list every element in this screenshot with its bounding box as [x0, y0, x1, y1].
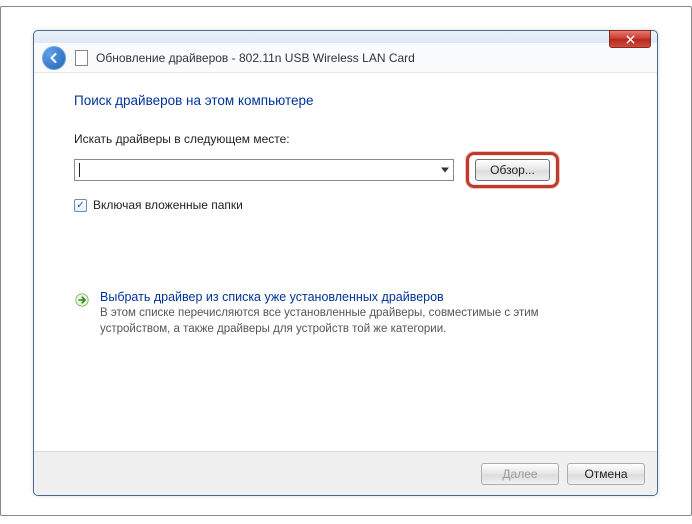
- next-button-label: Далее: [502, 467, 537, 481]
- option-text-block: Выбрать драйвер из списка уже установлен…: [100, 290, 610, 337]
- text-caret: [79, 163, 80, 177]
- close-button[interactable]: [609, 30, 651, 48]
- path-row: Обзор...: [74, 152, 625, 188]
- path-combobox[interactable]: [74, 159, 454, 181]
- nav-bar: Обновление драйверов - 802.11n USB Wirel…: [34, 43, 657, 73]
- browse-highlight-annotation: Обзор...: [466, 152, 559, 188]
- check-icon: ✓: [76, 200, 84, 211]
- back-button[interactable]: [42, 46, 66, 70]
- option-title: Выбрать драйвер из списка уже установлен…: [100, 290, 610, 304]
- include-subfolders-checkbox[interactable]: ✓: [74, 199, 87, 212]
- pick-from-list-option[interactable]: Выбрать драйвер из списка уже установлен…: [74, 284, 625, 343]
- path-label: Искать драйверы в следующем месте:: [74, 132, 625, 146]
- back-arrow-icon: [48, 52, 60, 64]
- page-heading: Поиск драйверов на этом компьютере: [74, 93, 625, 108]
- green-arrow-icon: [74, 292, 90, 308]
- titlebar: [34, 31, 657, 43]
- next-button[interactable]: Далее: [481, 463, 559, 485]
- include-subfolders-row: ✓ Включая вложенные папки: [74, 198, 625, 212]
- option-description: В этом списке перечисляются все установл…: [100, 306, 610, 337]
- browse-button[interactable]: Обзор...: [475, 159, 550, 181]
- driver-update-window: Обновление драйверов - 802.11n USB Wirel…: [33, 30, 658, 496]
- close-icon: [626, 35, 635, 44]
- include-subfolders-label: Включая вложенные папки: [93, 198, 243, 212]
- footer-bar: Далее Отмена: [34, 451, 657, 495]
- window-title: Обновление драйверов - 802.11n USB Wirel…: [96, 51, 415, 65]
- content-area: Поиск драйверов на этом компьютере Искат…: [34, 73, 657, 343]
- chevron-down-icon[interactable]: [441, 168, 449, 173]
- cancel-button-label: Отмена: [584, 467, 627, 481]
- browse-button-label: Обзор...: [490, 163, 535, 177]
- cancel-button[interactable]: Отмена: [567, 463, 645, 485]
- document-icon: [74, 50, 88, 66]
